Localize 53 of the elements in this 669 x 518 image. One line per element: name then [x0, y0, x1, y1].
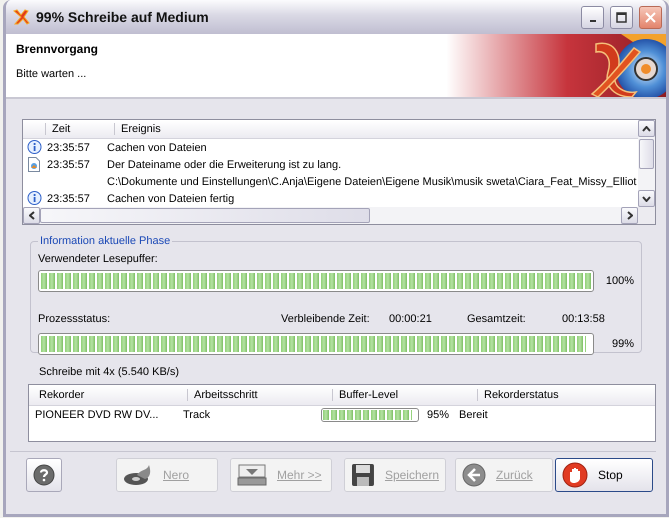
column-header[interactable]: Ereignis [114, 123, 161, 135]
write-speed: Schreibe mit 4x (5.540 KB/s) [39, 366, 180, 378]
step-subtitle: Bitte warten ... [16, 68, 88, 80]
column-header[interactable]: Arbeitsschritt [187, 389, 332, 401]
down-caret-icon [642, 196, 651, 202]
minimize-button[interactable] [581, 6, 604, 28]
close-icon [645, 12, 656, 22]
time-cell: 23:35:57 [47, 192, 90, 204]
table-cell: Bereit [459, 409, 488, 421]
flaming-disc-icon [123, 463, 153, 487]
app-icon [12, 8, 30, 26]
process-label: Prozessstatus: [38, 313, 112, 325]
minimize-icon [590, 20, 596, 22]
left-caret-icon [28, 211, 34, 220]
total-label: Gesamtzeit: [467, 313, 527, 325]
window-title: 99% Schreibe auf Medium [36, 9, 210, 25]
vertical-scrollbar[interactable] [638, 120, 655, 207]
table-cell: PIONEER DVD RW DV... [35, 409, 158, 421]
process-percent: 99% [610, 338, 634, 350]
column-header[interactable]: Rekorderstatus [477, 389, 622, 401]
drive-icon [237, 463, 267, 487]
help-icon [33, 464, 55, 486]
stop-hand-icon [562, 462, 588, 488]
event-cell: Der Dateiname oder die Erweiterung ist zu lang. [107, 158, 342, 170]
info-icon [26, 140, 42, 155]
buffer-percent: 100% [604, 275, 634, 287]
column-header[interactable]: Buffer-Level [332, 389, 477, 401]
info-icon [26, 191, 42, 206]
column-header[interactable]: Zeit [45, 123, 114, 135]
up-caret-icon [642, 126, 651, 132]
right-caret-icon [626, 211, 632, 220]
file-icon [28, 157, 40, 172]
maximize-icon [616, 12, 627, 22]
close-button[interactable] [639, 6, 662, 28]
time-cell: 23:35:57 [47, 158, 90, 170]
stop-button[interactable]: Stop [555, 458, 653, 492]
buffer-label: Verwendeter Lesepuffer: [38, 253, 159, 265]
event-cell: Cachen von Dateien fertig [107, 192, 234, 204]
group-title: Information aktuelle Phase [39, 235, 172, 247]
event-cell: C:\Dokumente und Einstellungen\C.Anja\Eigene Dateien\Eigene Musik\musik sweta\Ciara_Feat_Missy_Elliot [107, 176, 636, 188]
remaining-time: 00:00:21 [389, 313, 433, 325]
maximize-button[interactable] [610, 6, 633, 28]
column-header[interactable]: Rekorder [29, 389, 187, 401]
step-title: Brennvorgang [16, 42, 100, 56]
remaining-label: Verbleibende Zeit: [281, 313, 371, 325]
help-button[interactable] [26, 458, 62, 492]
table-cell: Track [183, 409, 210, 421]
horizontal-scrollbar[interactable] [23, 207, 638, 224]
total-time: 00:13:58 [562, 313, 605, 325]
event-cell: Cachen von Dateien [107, 142, 207, 154]
time-cell: 23:35:57 [47, 142, 90, 154]
scrollbar-corner [638, 207, 655, 224]
buffer-percent: 95% [427, 409, 450, 421]
